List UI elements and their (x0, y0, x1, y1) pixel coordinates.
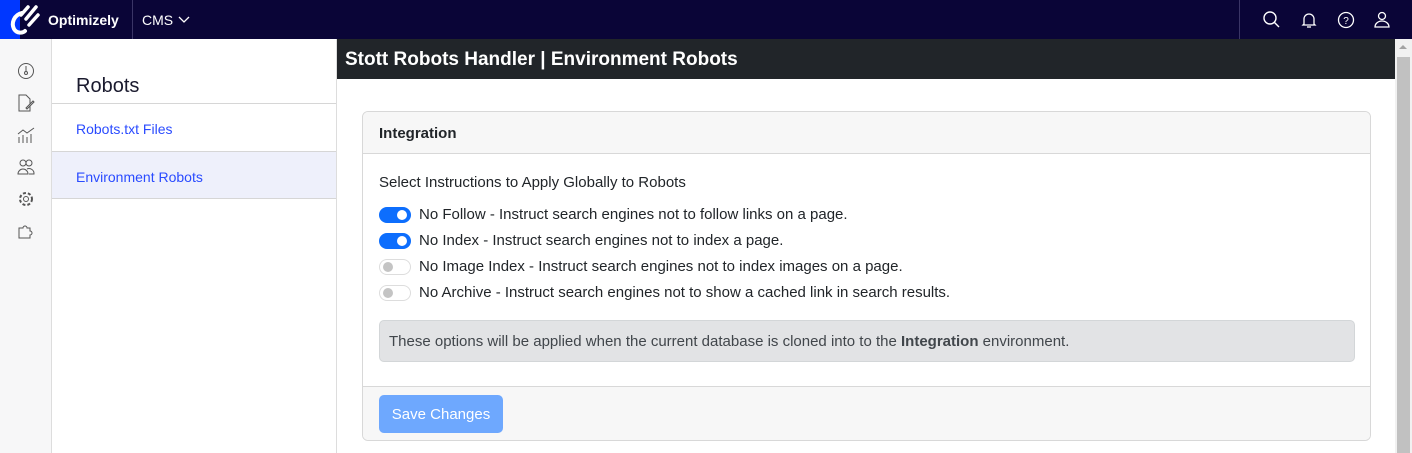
svg-text:?: ? (1343, 16, 1349, 27)
no-index-toggle[interactable] (379, 232, 411, 249)
option-label: No Index - Instruct search engines not t… (419, 232, 784, 249)
page-title: Stott Robots Handler | Environment Robot… (337, 39, 1395, 79)
option-label: No Image Index - Instruct search engines… (419, 258, 903, 275)
nav-item-environment-robots[interactable]: Environment Robots (52, 151, 336, 199)
divider (132, 0, 133, 39)
no-archive-toggle[interactable] (379, 284, 411, 301)
scrollbar[interactable] (1395, 39, 1412, 453)
help-icon[interactable]: ? (1336, 10, 1356, 30)
search-icon[interactable] (1262, 10, 1282, 30)
instructions-label: Select Instructions to Apply Globally to… (379, 174, 686, 191)
nav-item-robots-txt-files[interactable]: Robots.txt Files (52, 103, 336, 151)
no-follow-option: No Follow - Instruct search engines not … (379, 206, 848, 223)
users-icon[interactable] (17, 158, 35, 176)
alert-environment: Integration (901, 333, 979, 350)
brand-name[interactable]: Optimizely (48, 12, 119, 28)
dashboard-icon[interactable] (17, 62, 35, 80)
product-switcher[interactable]: CMS (142, 12, 190, 28)
product-label: CMS (142, 12, 174, 28)
no-archive-option: No Archive - Instruct search engines not… (379, 284, 950, 301)
no-follow-toggle[interactable] (379, 206, 411, 223)
edit-content-icon[interactable] (17, 94, 35, 112)
robots-nav: Robots Robots.txt Files Environment Robo… (52, 39, 337, 453)
chevron-down-icon (178, 16, 190, 23)
top-bar: Optimizely CMS ? (0, 0, 1412, 39)
left-rail (0, 39, 52, 453)
optimizely-logo-icon[interactable] (8, 5, 42, 35)
card-title: Integration (363, 112, 1370, 154)
nav-title: Robots (76, 75, 140, 97)
no-image-index-option: No Image Index - Instruct search engines… (379, 258, 903, 275)
divider (1239, 0, 1240, 39)
alert-text-end: environment. (978, 333, 1070, 350)
user-icon[interactable] (1372, 10, 1392, 30)
no-image-index-toggle[interactable] (379, 258, 411, 275)
card-footer: Save Changes (363, 386, 1370, 440)
scrollbar-thumb[interactable] (1397, 57, 1410, 453)
info-alert: These options will be applied when the c… (379, 320, 1355, 362)
save-changes-button[interactable]: Save Changes (379, 395, 503, 433)
bell-icon[interactable] (1299, 10, 1319, 30)
integration-card: Integration Select Instructions to Apply… (362, 111, 1371, 441)
reports-icon[interactable] (17, 126, 35, 144)
no-index-option: No Index - Instruct search engines not t… (379, 232, 783, 249)
addons-puzzle-icon[interactable] (17, 222, 35, 240)
alert-text: These options will be applied when the c… (389, 333, 901, 350)
settings-icon[interactable] (17, 190, 35, 208)
scroll-up-arrow-icon[interactable] (1399, 45, 1407, 49)
option-label: No Archive - Instruct search engines not… (419, 284, 951, 301)
option-label: No Follow - Instruct search engines not … (419, 206, 848, 223)
